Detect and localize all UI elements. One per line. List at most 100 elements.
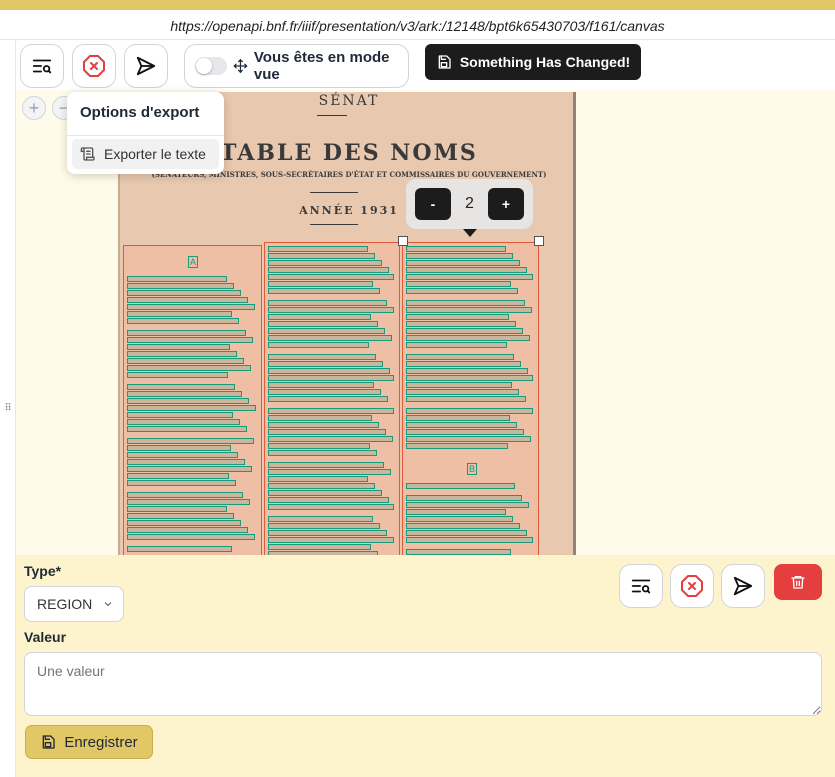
delete-button[interactable] [774,564,822,600]
text-line [127,276,227,282]
region-column-1[interactable]: A [123,245,262,555]
text-line [268,307,394,313]
save-button[interactable]: Enregistrer [25,725,153,759]
text-line [127,473,229,479]
text-line [127,391,242,397]
text-line [268,497,389,503]
text-line [127,438,254,444]
octagon-x-icon [681,575,703,597]
text-line [406,422,517,428]
text-line [406,274,533,280]
text-line [406,389,519,395]
text-line [406,382,512,388]
text-line [127,499,250,505]
text-line [268,443,370,449]
text-line [127,492,243,498]
letter-b: B [467,463,477,475]
text-line [268,321,378,327]
mode-switch[interactable] [195,57,227,75]
doc-rule [310,224,358,225]
text-line [268,436,393,442]
doc-rule [310,192,358,193]
resize-handle[interactable]: ⠿ [0,40,16,777]
move-icon [233,58,248,74]
text-line [406,509,506,515]
save-icon [438,55,451,69]
text-line [406,368,528,374]
save-icon [42,735,55,749]
text-line [406,537,533,543]
send-icon [733,576,753,596]
text-line [127,513,234,519]
text-line [268,429,386,435]
panel-send-button[interactable] [721,564,765,608]
text-line [127,318,239,324]
zoom-in-button[interactable]: + [22,96,46,120]
export-menu: Options d'export Exporter le texte [67,92,224,174]
selection-handle-left[interactable] [398,236,408,246]
text-line [268,537,394,543]
text-line [268,476,368,482]
panel-export-button[interactable] [619,564,663,608]
text-line [268,253,375,259]
text-line [268,462,384,468]
text-line [268,389,381,395]
text-line [268,260,382,266]
text-line [268,469,391,475]
text-line [406,415,510,421]
text-line [406,314,509,320]
text-line [406,288,518,294]
send-button[interactable] [124,44,168,88]
text-line [127,283,234,289]
text-line [127,311,232,317]
text-line [268,300,387,306]
text-line [268,523,380,529]
text-line [268,328,385,334]
text-line [127,344,230,350]
type-select[interactable]: REGION [24,586,124,622]
text-line [406,342,507,348]
text-line [406,429,524,435]
properties-panel: Type* REGION Valeur Enregistrer [16,555,835,777]
increment-button[interactable]: + [488,188,524,220]
cancel-button[interactable] [72,44,116,88]
text-line [406,246,506,252]
text-line [268,415,372,421]
text-line [406,502,529,508]
text-line [127,466,252,472]
text-line [127,290,241,296]
selection-handle-right[interactable] [534,236,544,246]
text-line [127,372,228,378]
mode-label: Vous êtes en mode vue [253,49,390,83]
text-line [127,330,246,336]
mode-toggle[interactable]: Vous êtes en mode vue [184,44,409,88]
decrement-button[interactable]: - [415,188,451,220]
text-line [268,396,388,402]
region-column-2[interactable] [264,242,400,555]
value-field[interactable] [24,652,822,716]
region-column-3[interactable]: B [402,242,539,555]
text-line [127,426,247,432]
text-search-icon [631,579,651,594]
text-line [406,300,525,306]
text-line [268,361,383,367]
panel-cancel-button[interactable] [670,564,714,608]
text-line [268,375,394,381]
menu-divider [67,135,224,136]
text-line [268,267,389,273]
toolbar: Vous êtes en mode vue Something Has Chan… [16,42,835,90]
changes-button[interactable]: Something Has Changed! [425,44,641,80]
text-line [268,274,394,280]
text-line [406,516,513,522]
text-line [268,288,380,294]
export-text-item[interactable]: Exporter le texte [72,139,219,169]
stepper-value: 2 [465,195,474,212]
text-line [268,490,382,496]
changes-label: Something Has Changed! [459,54,631,70]
text-line [406,267,527,273]
export-button[interactable] [20,44,64,88]
text-line [127,419,240,425]
text-line [406,335,530,341]
text-line [268,422,379,428]
text-line [127,358,244,364]
